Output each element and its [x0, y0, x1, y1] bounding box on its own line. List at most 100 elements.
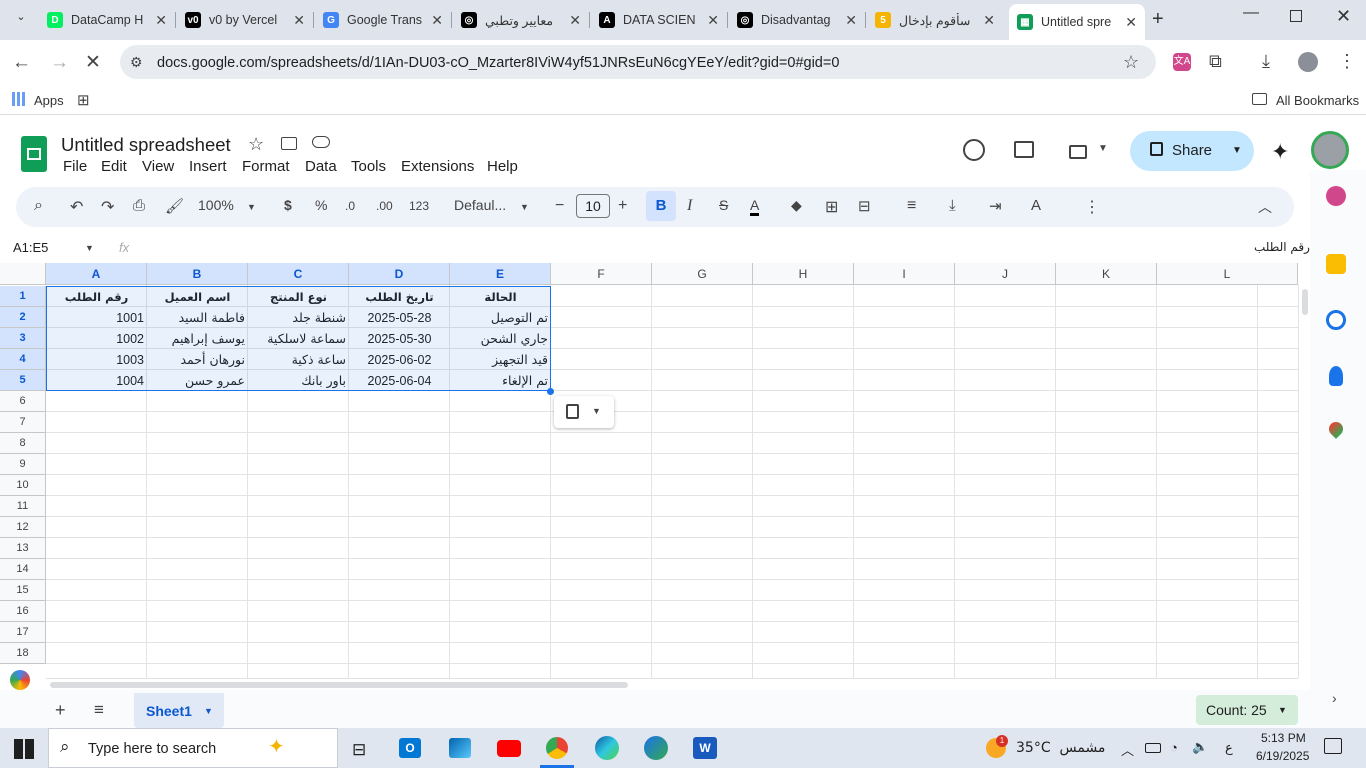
halign-icon[interactable]: ≡: [907, 197, 916, 215]
share-button[interactable]: Share ▼: [1130, 131, 1254, 171]
name-box[interactable]: A1:E5: [13, 240, 48, 255]
row-header-3[interactable]: 3: [0, 328, 46, 349]
bold-button[interactable]: B: [646, 191, 676, 221]
increase-decimal-button[interactable]: .00: [376, 199, 393, 213]
keep-icon[interactable]: [1326, 254, 1346, 274]
share-dropdown-icon[interactable]: ▼: [1232, 145, 1242, 156]
number-format-button[interactable]: 123: [409, 199, 429, 213]
downloads-icon[interactable]: ⤓: [1262, 51, 1270, 72]
word-icon[interactable]: W: [693, 737, 717, 759]
comments-icon[interactable]: [1014, 141, 1034, 158]
row-header-13[interactable]: 13: [0, 538, 46, 559]
tab-close-icon[interactable]: ✕: [1125, 14, 1137, 31]
wifi-icon[interactable]: ◔: [1170, 740, 1178, 755]
column-header-e[interactable]: E: [450, 263, 551, 285]
all-sheets-button[interactable]: ≡: [94, 700, 104, 720]
tab-close-icon[interactable]: ✕: [431, 12, 443, 29]
column-header-c[interactable]: C: [248, 263, 349, 285]
row-header-12[interactable]: 12: [0, 517, 46, 538]
add-sheet-button[interactable]: +: [55, 700, 66, 721]
menu-data[interactable]: Data: [305, 158, 337, 175]
clock-time[interactable]: 5:13 PM: [1261, 731, 1306, 745]
edge-icon[interactable]: [595, 736, 619, 760]
column-header-g[interactable]: G: [652, 263, 753, 285]
row-header-2[interactable]: 2: [0, 307, 46, 328]
expand-side-panel-icon[interactable]: ›: [1332, 690, 1337, 706]
forward-button[interactable]: →: [50, 52, 69, 74]
explore-count[interactable]: Count: 25 ▼: [1196, 695, 1298, 725]
fill-color-icon[interactable]: ◆: [791, 197, 802, 214]
menu-extensions[interactable]: Extensions: [401, 158, 474, 175]
star-icon[interactable]: ☆: [248, 134, 264, 155]
vertical-scrollbar[interactable]: [1298, 285, 1310, 678]
row-header-7[interactable]: 7: [0, 412, 46, 433]
collapse-menu-icon[interactable]: ︿: [1258, 197, 1272, 217]
profile-avatar[interactable]: [1298, 52, 1318, 72]
browser-tab[interactable]: v0 v0 by Vercel ✕: [177, 6, 313, 34]
clock-date[interactable]: 6/19/2025: [1256, 749, 1309, 763]
italic-button[interactable]: I: [687, 197, 692, 215]
print-icon[interactable]: ⎙: [133, 197, 145, 214]
horizontal-scroll-thumb[interactable]: [50, 682, 628, 688]
column-header-k[interactable]: K: [1056, 263, 1157, 285]
close-window-button[interactable]: ✕: [1336, 6, 1351, 27]
new-tab-button[interactable]: +: [1152, 8, 1164, 31]
horizontal-scrollbar[interactable]: [46, 678, 1298, 690]
column-header-l[interactable]: L: [1157, 263, 1298, 285]
row-header-17[interactable]: 17: [0, 622, 46, 643]
sheet-tab-dropdown-icon[interactable]: ▼: [204, 706, 213, 716]
paint-format-icon[interactable]: 🖌: [165, 197, 184, 215]
apps-icon[interactable]: [12, 92, 26, 106]
tab-groups-icon[interactable]: ⊞: [77, 91, 90, 109]
row-header-6[interactable]: 6: [0, 391, 46, 412]
row-header-4[interactable]: 4: [0, 349, 46, 370]
row-header-1[interactable]: 1: [0, 286, 46, 307]
text-color-icon[interactable]: A: [750, 197, 760, 216]
tab-close-icon[interactable]: ✕: [845, 12, 857, 29]
maximize-button[interactable]: [1290, 10, 1302, 22]
paste-options-button[interactable]: ▼: [554, 396, 614, 428]
tab-close-icon[interactable]: ✕: [707, 12, 719, 29]
url-text[interactable]: docs.google.com/spreadsheets/d/1IAn-DU03…: [157, 55, 839, 71]
row-header-18[interactable]: 18: [0, 643, 46, 664]
decrease-decimal-button[interactable]: .0: [345, 199, 355, 213]
menu-edit[interactable]: Edit: [101, 158, 127, 175]
sheet-tab[interactable]: Sheet1 ▼: [134, 693, 224, 728]
browser-tab[interactable]: ◎ معايير وتطبي ✕: [453, 6, 589, 34]
tab-close-icon[interactable]: ✕: [983, 12, 995, 29]
browser-menu-icon[interactable]: ⋮: [1338, 51, 1356, 72]
site-info-icon[interactable]: ⚙: [130, 54, 143, 71]
start-button[interactable]: [14, 739, 34, 759]
row-header-16[interactable]: 16: [0, 601, 46, 622]
row-header-9[interactable]: 9: [0, 454, 46, 475]
column-header-d[interactable]: D: [349, 263, 450, 285]
back-button[interactable]: ←: [12, 52, 31, 74]
tab-search-button[interactable]: ⌄: [10, 10, 32, 30]
column-header-i[interactable]: I: [854, 263, 955, 285]
column-header-j[interactable]: J: [955, 263, 1056, 285]
stop-loading-button[interactable]: ✕: [85, 51, 101, 74]
menu-view[interactable]: View: [142, 158, 174, 175]
menu-file[interactable]: File: [63, 158, 87, 175]
borders-icon[interactable]: ⊞: [825, 197, 838, 217]
chrome-taskbar-icon[interactable]: [544, 735, 570, 761]
task-view-icon[interactable]: ⊟: [352, 740, 366, 760]
contacts-icon[interactable]: [1329, 366, 1343, 386]
menu-help[interactable]: Help: [487, 158, 518, 175]
browser-tab[interactable]: D DataCamp H ✕: [39, 6, 175, 34]
font-size-increase-icon[interactable]: +: [618, 197, 627, 215]
formula-input[interactable]: رقم الطلب: [1254, 240, 1310, 254]
merge-cells-icon[interactable]: ⊟: [858, 197, 871, 215]
tray-chevron-icon[interactable]: ︿: [1121, 740, 1134, 759]
vertical-scroll-thumb[interactable]: [1302, 289, 1308, 315]
version-history-icon[interactable]: [963, 139, 985, 161]
browser-tab[interactable]: 5 سأقوم بإدخال ✕: [867, 6, 1003, 34]
font-dropdown-icon[interactable]: ▼: [520, 202, 529, 212]
row-header-14[interactable]: 14: [0, 559, 46, 580]
tab-close-icon[interactable]: ✕: [569, 12, 581, 29]
meet-dropdown-icon[interactable]: ▼: [1098, 143, 1108, 154]
fill-handle[interactable]: [547, 388, 554, 395]
strikethrough-button[interactable]: S: [719, 197, 728, 213]
meet-icon[interactable]: [1069, 145, 1087, 159]
row-header-10[interactable]: 10: [0, 475, 46, 496]
